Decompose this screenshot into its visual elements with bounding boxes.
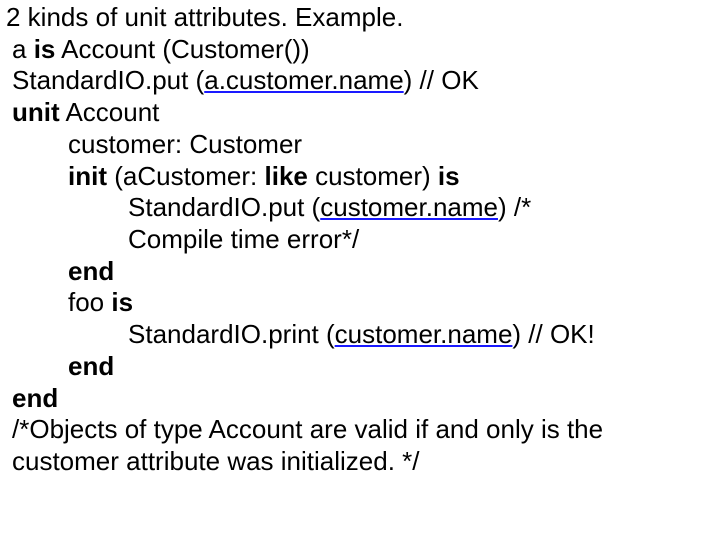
code-line: foo is	[6, 287, 714, 319]
code-line: unit Account	[6, 97, 714, 129]
text: /*Objects of type Account are valid if a…	[12, 414, 603, 444]
code-line: end	[6, 256, 714, 288]
text: a	[12, 34, 34, 64]
code-line: /*Objects of type Account are valid if a…	[6, 414, 714, 446]
text: 2 kinds of unit attributes. Example.	[6, 2, 403, 32]
text: StandardIO.put (	[12, 65, 204, 95]
keyword-end: end	[68, 351, 114, 381]
keyword-end: end	[68, 256, 114, 286]
text: (aCustomer:	[107, 161, 265, 191]
code-line: StandardIO.put (customer.name) /*	[6, 192, 714, 224]
text: foo	[68, 287, 111, 317]
code-line: 2 kinds of unit attributes. Example.	[6, 2, 714, 34]
code-slide: 2 kinds of unit attributes. Example. a i…	[0, 0, 720, 480]
keyword-like: like	[265, 161, 308, 191]
keyword-is: is	[111, 287, 133, 317]
underlined-expr: customer.name	[320, 192, 498, 222]
keyword-end: end	[12, 383, 58, 413]
keyword-is: is	[438, 161, 460, 191]
text: ) // OK	[404, 65, 479, 95]
text: Compile time error*/	[128, 224, 359, 254]
text: ) /*	[498, 192, 531, 222]
underlined-expr: a.customer.name	[204, 65, 403, 95]
text: customer)	[308, 161, 438, 191]
keyword-is: is	[34, 34, 56, 64]
code-line: StandardIO.print (customer.name) // OK!	[6, 319, 714, 351]
keyword-init: init	[68, 161, 107, 191]
code-line: init (aCustomer: like customer) is	[6, 161, 714, 193]
text: StandardIO.put (	[128, 192, 320, 222]
code-line: Compile time error*/	[6, 224, 714, 256]
code-line: end	[6, 383, 714, 415]
underlined-expr: customer.name	[335, 319, 513, 349]
keyword-unit: unit	[12, 97, 60, 127]
text: StandardIO.print (	[128, 319, 335, 349]
text: Account (Customer())	[55, 34, 309, 64]
text: customer: Customer	[68, 129, 302, 159]
code-line: end	[6, 351, 714, 383]
text: Account	[60, 97, 160, 127]
code-line: a is Account (Customer())	[6, 34, 714, 66]
code-line: customer attribute was initialized. */	[6, 446, 714, 478]
code-line: StandardIO.put (a.customer.name) // OK	[6, 65, 714, 97]
text: customer attribute was initialized. */	[12, 446, 420, 476]
text: ) // OK!	[512, 319, 594, 349]
code-line: customer: Customer	[6, 129, 714, 161]
